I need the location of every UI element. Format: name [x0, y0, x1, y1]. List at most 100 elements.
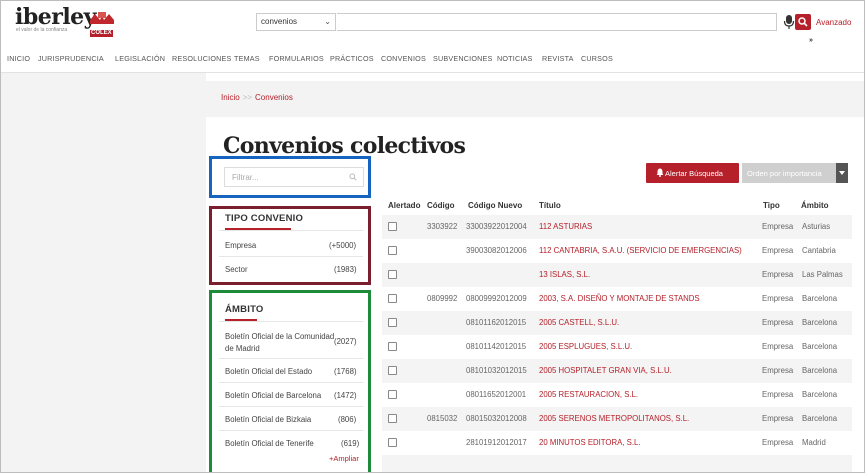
table-row: 08101142012015 2005 ESPLUGUES, S.L.U. Em…: [382, 335, 852, 359]
nav-item-revista[interactable]: REVISTA: [542, 54, 574, 63]
search-icon: [798, 17, 808, 27]
facet-tipo-item-label[interactable]: Sector: [225, 265, 248, 274]
cell-ambito: Barcelona: [802, 366, 838, 375]
alert-checkbox[interactable]: [388, 246, 397, 255]
cell-tipo: Empresa: [762, 366, 794, 375]
breadcrumb-current[interactable]: Convenios: [255, 93, 293, 102]
cell-titulo-link[interactable]: 112 ASTURIAS: [539, 222, 592, 231]
table-row: 08011652012001 2005 RESTAURACION, S.L. E…: [382, 383, 852, 407]
cell-codigo-nuevo: 08101032012015: [466, 366, 527, 375]
alert-search-button[interactable]: Alertar Búsqueda: [646, 163, 739, 183]
left-gutter: [1, 73, 206, 472]
cell-codigo-nuevo: 39003082012006: [466, 246, 527, 255]
column-header-tipo[interactable]: Tipo: [763, 201, 780, 210]
facet-tipo-item-label[interactable]: Empresa: [225, 241, 256, 250]
alert-checkbox[interactable]: [388, 438, 397, 447]
nav-item-inicio[interactable]: INICIO: [7, 54, 30, 63]
alert-checkbox[interactable]: [388, 414, 397, 423]
facet-ambito-item-label[interactable]: Boletín Oficial de la Comunidad de Madri…: [225, 331, 335, 355]
cell-tipo: Empresa: [762, 246, 794, 255]
nav-item-cursos[interactable]: CURSOS: [581, 54, 613, 63]
facet-ambito-item-label[interactable]: Boletín Oficial de Bizkaia: [225, 415, 311, 424]
table-row: 08101032012015 2005 HOSPITALET GRAN VIA,…: [382, 359, 852, 383]
microphone-icon[interactable]: [783, 13, 795, 31]
search-button[interactable]: [795, 14, 811, 30]
cell-tipo: Empresa: [762, 438, 794, 447]
cell-titulo-link[interactable]: 13 ISLAS, S.L.: [539, 270, 590, 279]
cell-titulo-link[interactable]: 2003, S.A. DISEÑO Y MONTAJE DE STANDS: [539, 294, 700, 303]
column-header-alertado[interactable]: Alertado: [388, 201, 420, 210]
alert-checkbox[interactable]: [388, 270, 397, 279]
facet-divider: [219, 358, 363, 359]
nav-item-noticias[interactable]: NOTICIAS: [497, 54, 533, 63]
cell-titulo-link[interactable]: 2005 SERENOS METROPOLITANOS, S.L.: [539, 414, 689, 423]
cell-tipo: Empresa: [762, 294, 794, 303]
bell-icon: [656, 168, 664, 177]
column-header-codigo-nuevo[interactable]: Código Nuevo: [468, 201, 522, 210]
nav-item-practicos[interactable]: PRÁCTICOS: [330, 54, 374, 63]
cell-ambito: Barcelona: [802, 342, 838, 351]
alert-checkbox[interactable]: [388, 390, 397, 399]
advanced-search-link[interactable]: Avanzado: [816, 18, 851, 27]
facet-divider: [219, 230, 363, 231]
nav-item-jurisprudencia[interactable]: JURISPRUDENCIA: [38, 54, 104, 63]
sort-order-button[interactable]: Orden por importancia: [742, 163, 836, 183]
sort-dropdown-toggle[interactable]: [836, 163, 848, 183]
filter-input[interactable]: Filtrar...: [224, 167, 364, 187]
table-row-partial: [382, 455, 852, 472]
cell-tipo: Empresa: [762, 342, 794, 351]
alert-checkbox[interactable]: [388, 366, 397, 375]
alert-checkbox[interactable]: [388, 222, 397, 231]
facet-ambito-item-label[interactable]: Boletín Oficial del Estado: [225, 367, 312, 376]
table-row: 3303922 33003922012004 112 ASTURIAS Empr…: [382, 215, 852, 239]
search-scope-select[interactable]: convenios ⌄: [256, 13, 336, 31]
search-input[interactable]: [337, 13, 777, 31]
cell-ambito: Barcelona: [802, 294, 838, 303]
facet-ambito-item-label[interactable]: Boletín Oficial de Tenerife: [225, 439, 314, 448]
alert-checkbox[interactable]: [388, 318, 397, 327]
cell-codigo-nuevo: 08011652012001: [466, 390, 527, 399]
breadcrumb-home[interactable]: Inicio: [221, 93, 240, 102]
cell-codigo-nuevo: 08101162012015: [466, 318, 527, 327]
more-options-toggle[interactable]: »: [809, 37, 813, 44]
column-header-codigo[interactable]: Código: [427, 201, 455, 210]
logo-tagline: el valor de la confianza: [16, 27, 68, 33]
search-scope-value: convenios: [261, 17, 298, 26]
ampliar-link[interactable]: +Ampliar: [329, 454, 359, 463]
ampliar-label: Ampliar: [333, 454, 359, 463]
cell-codigo-nuevo: 28101912012017: [466, 438, 527, 447]
cell-codigo-nuevo: 08015032012008: [466, 414, 527, 423]
nav-item-resoluciones[interactable]: RESOLUCIONES: [172, 54, 232, 63]
nav-item-formularios[interactable]: FORMULARIOS: [269, 54, 324, 63]
table-row: 08101162012015 2005 CASTELL, S.L.U. Empr…: [382, 311, 852, 335]
search-icon: [349, 173, 357, 181]
table-row: 0815032 08015032012008 2005 SERENOS METR…: [382, 407, 852, 431]
facet-ambito-item-count: (806): [338, 415, 357, 424]
nav-item-temas[interactable]: TEMAS: [234, 54, 260, 63]
alert-checkbox[interactable]: [388, 342, 397, 351]
column-header-ambito[interactable]: Ámbito: [801, 201, 829, 210]
facet-ambito-item-count: (1768): [334, 367, 357, 376]
facet-ambito-item-count: (1472): [334, 391, 357, 400]
cell-titulo-link[interactable]: 2005 CASTELL, S.L.U.: [539, 318, 619, 327]
cell-ambito: Barcelona: [802, 390, 838, 399]
column-header-titulo[interactable]: Título: [539, 201, 561, 210]
nav-item-legislacion[interactable]: LEGISLACIÓN: [115, 54, 165, 63]
alert-checkbox[interactable]: [388, 294, 397, 303]
cell-tipo: Empresa: [762, 222, 794, 231]
nav-item-convenios[interactable]: CONVENIOS: [381, 54, 426, 63]
breadcrumb-bar: [206, 81, 864, 117]
facet-ambito-title: ÁMBITO: [225, 304, 264, 315]
cell-titulo-link[interactable]: 2005 ESPLUGUES, S.L.U.: [539, 342, 632, 351]
facet-ambito-item-label[interactable]: Boletín Oficial de Barcelona: [225, 391, 321, 400]
cell-titulo-link[interactable]: 20 MINUTOS EDITORA, S.L.: [539, 438, 641, 447]
cell-titulo-link[interactable]: 2005 RESTAURACION, S.L.: [539, 390, 638, 399]
cell-titulo-link[interactable]: 2005 HOSPITALET GRAN VIA, S.L.U.: [539, 366, 672, 375]
nav-item-subvenciones[interactable]: SUBVENCIONES: [433, 54, 493, 63]
colex-logo-icon: [90, 12, 114, 24]
filter-placeholder: Filtrar...: [232, 173, 259, 182]
cell-titulo-link[interactable]: 112 CANTABRIA, S.A.U. (SERVICIO DE EMERG…: [539, 246, 742, 255]
site-header: iberley el valor de la confianza COLEX c…: [1, 1, 864, 46]
chevron-down-icon: ⌄: [324, 17, 331, 26]
facet-tipo-item-count: (+5000): [329, 241, 357, 250]
